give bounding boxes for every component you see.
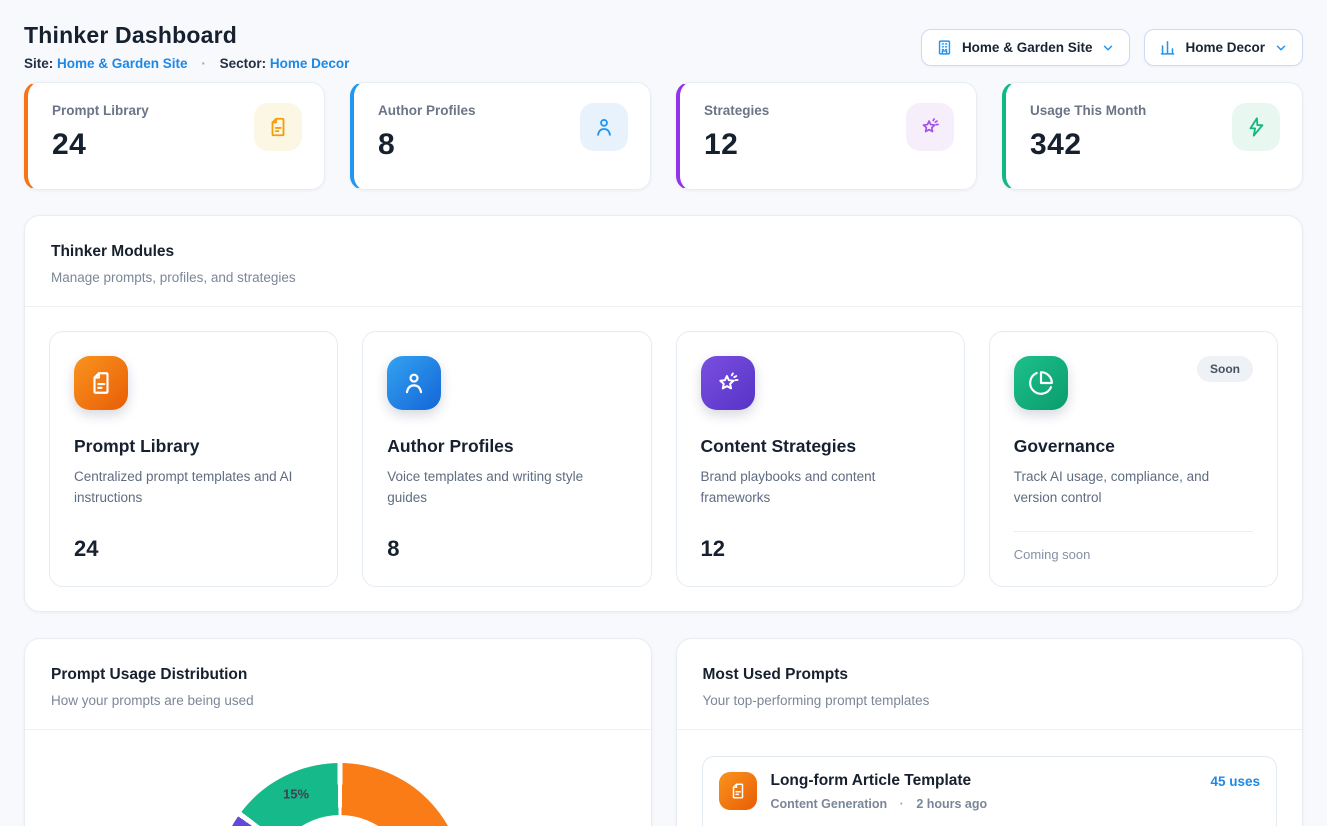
stat-label: Usage This Month	[1030, 103, 1146, 118]
module-count: 12	[701, 536, 940, 562]
module-card-prompt-library[interactable]: Prompt Library Centralized prompt templa…	[49, 331, 338, 587]
module-top: Soon	[1014, 356, 1253, 410]
thinker-modules-panel: Thinker Modules Manage prompts, profiles…	[24, 215, 1303, 612]
module-title: Prompt Library	[74, 436, 313, 457]
module-description: Brand playbooks and content frameworks	[701, 467, 940, 509]
prompt-info: Long-form Article Template Content Gener…	[771, 772, 1197, 811]
person-icon	[580, 103, 628, 151]
top-bar: Thinker Dashboard Site: Home & Garden Si…	[24, 22, 1303, 72]
document-icon	[74, 356, 128, 410]
modules-subtitle: Manage prompts, profiles, and strategies	[51, 269, 1276, 286]
stat-value: 8	[378, 128, 476, 162]
site-label: Site:	[24, 56, 53, 71]
module-description: Centralized prompt templates and AI inst…	[74, 467, 313, 509]
pie-chart-icon	[1014, 356, 1068, 410]
stats-row: Prompt Library 24 Author Profiles 8 Stra…	[24, 82, 1303, 190]
stat-card-usage: Usage This Month 342	[1002, 82, 1303, 190]
stat-card-author-profiles: Author Profiles 8	[350, 82, 651, 190]
module-count: 24	[74, 536, 313, 562]
module-title: Content Strategies	[701, 436, 940, 457]
site-selector-value: Home & Garden Site	[962, 40, 1093, 55]
modules-header: Thinker Modules Manage prompts, profiles…	[25, 216, 1302, 306]
prompt-time: 2 hours ago	[916, 797, 987, 811]
bottom-row: Prompt Usage Distribution How your promp…	[24, 638, 1303, 826]
separator-dot: ·	[900, 797, 904, 811]
sector-link[interactable]: Home Decor	[270, 56, 350, 71]
lightning-icon	[1232, 103, 1280, 151]
site-selector-dropdown[interactable]: Home & Garden Site	[921, 29, 1131, 66]
donut-chart-area: 15%	[25, 730, 651, 826]
stat-label: Author Profiles	[378, 103, 476, 118]
page-title: Thinker Dashboard	[24, 22, 349, 48]
prompt-usage-panel: Prompt Usage Distribution How your promp…	[24, 638, 652, 826]
stat-text: Author Profiles 8	[378, 103, 476, 162]
module-description: Voice templates and writing style guides	[387, 467, 626, 509]
stat-text: Prompt Library 24	[52, 103, 149, 162]
prompts-subtitle: Your top-performing prompt templates	[703, 692, 1277, 709]
stat-label: Prompt Library	[52, 103, 149, 118]
stat-label: Strategies	[704, 103, 769, 118]
module-title: Governance	[1014, 436, 1253, 457]
bar-chart-icon	[1159, 39, 1176, 56]
separator-dot: ·	[201, 56, 206, 71]
document-icon	[254, 103, 302, 151]
modules-grid: Prompt Library Centralized prompt templa…	[25, 307, 1302, 611]
site-link[interactable]: Home & Garden Site	[57, 56, 188, 71]
sector-selector-dropdown[interactable]: Home Decor	[1144, 29, 1303, 66]
divider	[677, 729, 1303, 730]
coming-soon-text: Coming soon	[1014, 547, 1253, 562]
module-count: 8	[387, 536, 626, 562]
module-card-author-profiles[interactable]: Author Profiles Voice templates and writ…	[362, 331, 651, 587]
dashboard-page: Thinker Dashboard Site: Home & Garden Si…	[0, 0, 1327, 826]
module-top	[387, 356, 626, 410]
most-used-prompts-panel: Most Used Prompts Your top-performing pr…	[676, 638, 1304, 826]
donut-segment-label: 15%	[283, 787, 309, 802]
prompt-uses-badge: 45 uses	[1210, 774, 1260, 789]
stat-value: 12	[704, 128, 769, 162]
modules-title: Thinker Modules	[51, 242, 1276, 261]
donut-hole	[268, 815, 412, 826]
divider	[1014, 531, 1253, 532]
module-title: Author Profiles	[387, 436, 626, 457]
usage-subtitle: How your prompts are being used	[51, 692, 625, 709]
prompt-category: Content Generation	[771, 797, 888, 811]
prompt-list-item[interactable]: Long-form Article Template Content Gener…	[702, 756, 1278, 826]
prompts-title: Most Used Prompts	[703, 665, 1277, 684]
stat-text: Usage This Month 342	[1030, 103, 1146, 162]
sparkle-star-icon	[701, 356, 755, 410]
donut-chart[interactable]: 15%	[216, 763, 464, 826]
module-card-governance[interactable]: Soon Governance Track AI usage, complian…	[989, 331, 1278, 587]
stat-text: Strategies 12	[704, 103, 769, 162]
sparkle-star-icon	[906, 103, 954, 151]
prompts-header: Most Used Prompts Your top-performing pr…	[677, 639, 1303, 729]
sector-selector-value: Home Decor	[1185, 40, 1265, 55]
header-selectors: Home & Garden Site Home Decor	[921, 29, 1303, 66]
stat-value: 342	[1030, 128, 1146, 162]
chevron-down-icon	[1101, 41, 1115, 55]
building-icon	[936, 39, 953, 56]
document-icon	[719, 772, 757, 810]
module-top	[701, 356, 940, 410]
stat-card-prompt-library: Prompt Library 24	[24, 82, 325, 190]
usage-title: Prompt Usage Distribution	[51, 665, 625, 684]
stat-card-strategies: Strategies 12	[676, 82, 977, 190]
title-block: Thinker Dashboard Site: Home & Garden Si…	[24, 22, 349, 72]
module-description: Track AI usage, compliance, and version …	[1014, 467, 1253, 509]
chevron-down-icon	[1274, 41, 1288, 55]
stat-value: 24	[52, 128, 149, 162]
module-top	[74, 356, 313, 410]
module-card-content-strategies[interactable]: Content Strategies Brand playbooks and c…	[676, 331, 965, 587]
soon-badge: Soon	[1197, 356, 1253, 382]
breadcrumb: Site: Home & Garden Site · Sector: Home …	[24, 55, 349, 72]
prompt-meta: Content Generation · 2 hours ago	[771, 797, 1197, 811]
sector-label: Sector:	[220, 56, 267, 71]
usage-header: Prompt Usage Distribution How your promp…	[25, 639, 651, 729]
prompt-title: Long-form Article Template	[771, 772, 1197, 790]
person-icon	[387, 356, 441, 410]
